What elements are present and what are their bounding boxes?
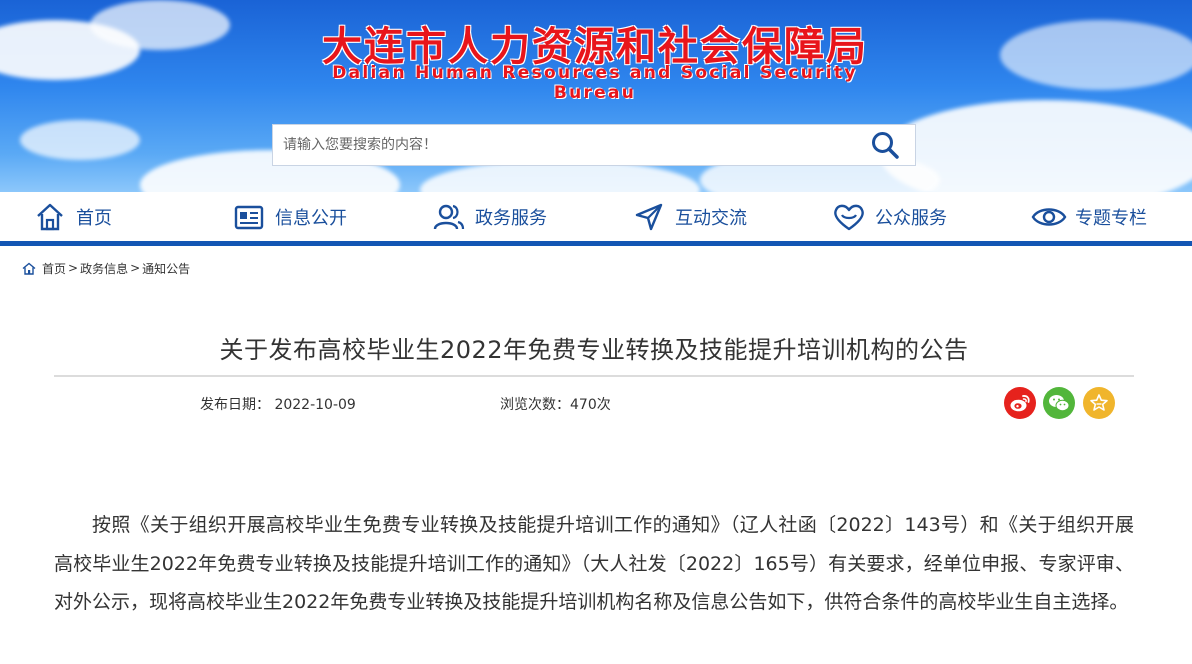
heart-icon [831,199,867,235]
home-icon [32,199,68,235]
view-count-label: 浏览次数： [500,397,570,413]
site-subtitle: Dalian Human Resources and Social Securi… [332,63,858,103]
cloud-decoration [90,0,230,50]
title-divider [54,375,1134,377]
nav-item-info[interactable]: 信息公开 [231,192,347,241]
breadcrumb-news[interactable]: 政务信息 [80,260,128,277]
breadcrumb-separator: > [68,261,79,275]
send-icon [631,199,667,235]
view-count: 浏览次数：470次 [500,394,611,414]
breadcrumb-notices[interactable]: 通知公告 [142,260,190,277]
nav-label: 专题专栏 [1075,207,1147,229]
article-title: 关于发布高校毕业生2022年免费专业转换及技能提升培训机构的公告 [219,336,969,364]
nav-label: 首页 [76,207,112,229]
view-count-value: 470次 [570,397,611,413]
nav-item-interaction[interactable]: 互动交流 [631,192,747,241]
nav-item-public[interactable]: 公众服务 [831,192,947,241]
cloud-decoration [1000,20,1192,90]
share-wechat-button[interactable] [1043,387,1075,419]
nav-item-topics[interactable]: 专题专栏 [1031,192,1147,241]
publish-date: 发布日期： 2022-10-09 [200,394,356,414]
search-input[interactable] [273,125,853,165]
header-banner: 大连市人力资源和社会保障局 Dalian Human Resources and… [0,0,1192,192]
home-small-icon [22,262,36,275]
main-nav: 首页 信息公开 政务服务 互动交流 公众服务 专题专栏 [0,192,1192,246]
publish-date-value: 2022-10-09 [274,397,356,413]
nav-label: 互动交流 [675,207,747,229]
users-icon [431,199,467,235]
breadcrumb-separator: > [130,261,141,275]
favorite-icon [1090,394,1108,411]
search-box [272,124,916,166]
news-icon [231,199,267,235]
breadcrumb-home[interactable]: 首页 [42,260,66,277]
publish-date-label: 发布日期： [200,397,270,413]
nav-label: 政务服务 [475,207,547,229]
nav-item-home[interactable]: 首页 [32,192,112,241]
wechat-icon [1049,395,1070,412]
search-button[interactable] [865,129,905,161]
breadcrumb: 首页 > 政务信息 > 通知公告 [22,258,190,278]
search-icon [872,132,899,159]
nav-item-services[interactable]: 政务服务 [431,192,547,241]
eye-icon [1031,199,1067,235]
nav-label: 公众服务 [875,207,947,229]
share-weibo-button[interactable] [1004,387,1036,419]
nav-label: 信息公开 [275,207,347,229]
article-body: 按照《关于组织开展高校毕业生免费专业转换及技能提升培训工作的通知》（辽人社函〔2… [54,514,1134,613]
weibo-icon [1010,395,1030,412]
cloud-decoration [20,120,140,160]
share-favorite-button[interactable] [1083,387,1115,419]
